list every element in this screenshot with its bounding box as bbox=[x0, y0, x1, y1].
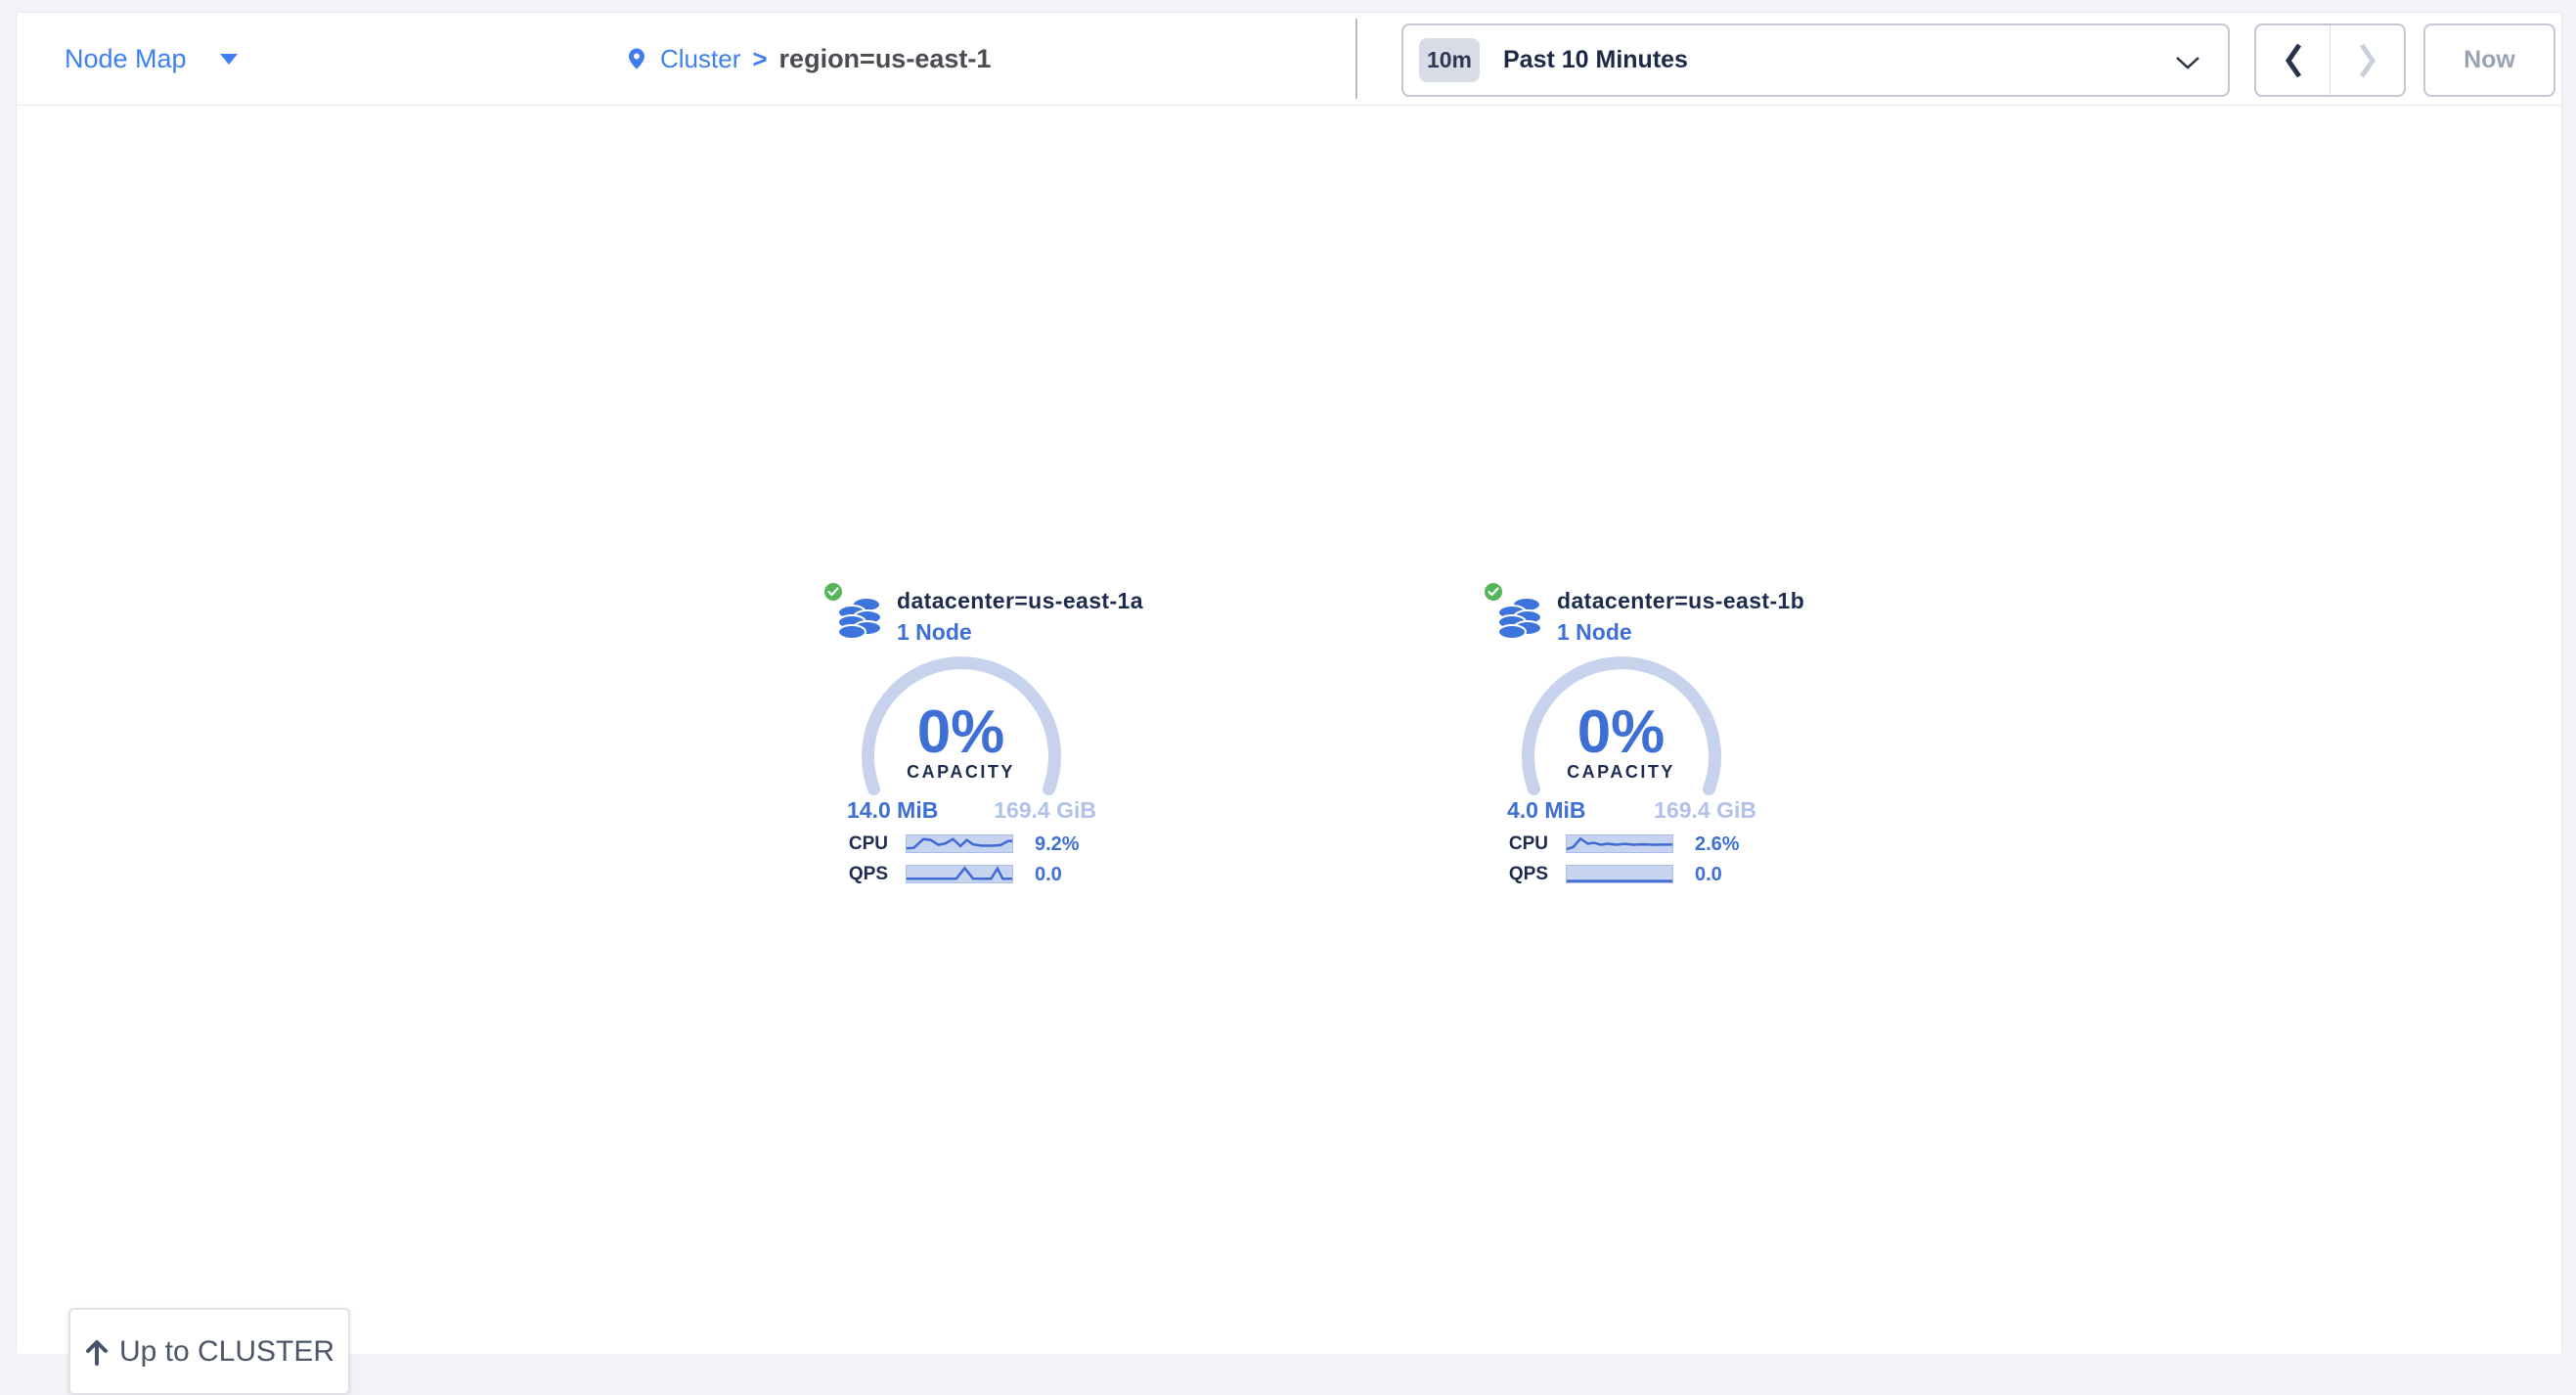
locality-title: datacenter=us-east-1a bbox=[897, 588, 1143, 614]
time-range-dropdown[interactable]: 10m Past 10 Minutes bbox=[1401, 23, 2230, 97]
capacity-caption: CAPACITY bbox=[831, 762, 1090, 783]
capacity-values-row: 4.0 MiB 169.4 GiB bbox=[1507, 797, 1756, 824]
breadcrumb-separator: > bbox=[752, 44, 767, 74]
time-nav-group bbox=[2254, 23, 2406, 97]
qps-value: 0.0 bbox=[1695, 865, 1722, 884]
node-map-panel: Node Map Cluster > region=us-east-1 10m … bbox=[16, 12, 2562, 1353]
locality-card-us-east-1b[interactable]: datacenter=us-east-1b 1 Node 0% CAPACITY… bbox=[1491, 576, 1757, 899]
location-pin-icon bbox=[625, 43, 648, 74]
healthy-check-icon bbox=[822, 581, 844, 603]
cpu-sparkline bbox=[906, 834, 1013, 853]
capacity-percent: 0% bbox=[831, 698, 1090, 767]
cpu-metric-row: CPU 9.2% bbox=[831, 834, 1097, 854]
locality-node-count: 1 Node bbox=[1557, 619, 1632, 646]
capacity-total: 169.4 GiB bbox=[994, 797, 1096, 824]
chevron-left-icon bbox=[2285, 42, 2302, 79]
capacity-used: 4.0 MiB bbox=[1507, 797, 1586, 824]
time-range-label: Past 10 Minutes bbox=[1503, 46, 1688, 74]
view-selector-dropdown[interactable]: Node Map bbox=[65, 13, 238, 106]
cpu-sparkline bbox=[1566, 834, 1673, 853]
chevron-down-icon bbox=[220, 54, 238, 65]
qps-label: QPS bbox=[831, 865, 888, 884]
breadcrumb-current: region=us-east-1 bbox=[779, 44, 992, 74]
up-to-cluster-label: Up to CLUSTER bbox=[119, 1335, 334, 1369]
capacity-values-row: 14.0 MiB 169.4 GiB bbox=[847, 797, 1096, 824]
healthy-check-icon bbox=[1483, 581, 1504, 603]
up-to-cluster-button[interactable]: Up to CLUSTER bbox=[68, 1308, 350, 1395]
header-bar: Node Map Cluster > region=us-east-1 10m … bbox=[17, 13, 2561, 106]
time-forward-button[interactable] bbox=[2331, 25, 2404, 95]
cpu-value: 2.6% bbox=[1695, 834, 1740, 854]
database-stack-icon bbox=[837, 596, 884, 641]
qps-value: 0.0 bbox=[1035, 865, 1062, 884]
breadcrumb: Cluster > region=us-east-1 bbox=[625, 13, 991, 106]
cpu-label: CPU bbox=[1491, 834, 1548, 854]
qps-metric-row: QPS 0.0 bbox=[831, 865, 1097, 884]
arrow-up-icon bbox=[84, 1337, 110, 1367]
time-back-button[interactable] bbox=[2256, 25, 2331, 95]
capacity-caption: CAPACITY bbox=[1491, 762, 1751, 783]
capacity-total: 169.4 GiB bbox=[1654, 797, 1756, 824]
now-button[interactable]: Now bbox=[2423, 23, 2555, 97]
qps-metric-row: QPS 0.0 bbox=[1491, 865, 1757, 884]
header-divider bbox=[1355, 19, 1357, 99]
time-range-badge: 10m bbox=[1419, 38, 1480, 82]
cpu-label: CPU bbox=[831, 834, 888, 854]
node-map-canvas: datacenter=us-east-1a 1 Node 0% CAPACITY… bbox=[17, 106, 2561, 1354]
capacity-percent: 0% bbox=[1491, 698, 1751, 767]
qps-label: QPS bbox=[1491, 865, 1548, 884]
capacity-used: 14.0 MiB bbox=[847, 797, 938, 824]
cpu-metric-row: CPU 2.6% bbox=[1491, 834, 1757, 854]
cpu-value: 9.2% bbox=[1035, 834, 1080, 854]
database-stack-icon bbox=[1497, 596, 1544, 641]
qps-sparkline bbox=[906, 865, 1013, 883]
locality-card-us-east-1a[interactable]: datacenter=us-east-1a 1 Node 0% CAPACITY… bbox=[831, 576, 1097, 899]
view-selector-label: Node Map bbox=[65, 44, 187, 74]
qps-sparkline bbox=[1566, 865, 1673, 883]
locality-title: datacenter=us-east-1b bbox=[1557, 588, 1804, 614]
locality-node-count: 1 Node bbox=[897, 619, 972, 646]
breadcrumb-cluster-link[interactable]: Cluster bbox=[660, 44, 740, 74]
chevron-down-icon bbox=[2175, 56, 2200, 70]
chevron-right-icon bbox=[2359, 42, 2376, 79]
